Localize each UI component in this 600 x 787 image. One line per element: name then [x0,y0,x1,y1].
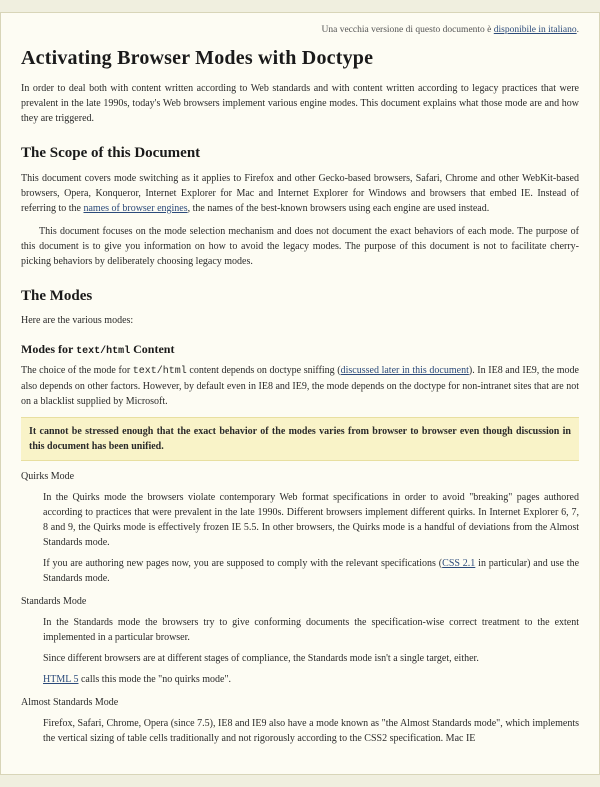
modes-heading: The Modes [21,285,579,308]
scope-heading: The Scope of this Document [21,142,579,165]
italian-link[interactable]: disponibile in italiano [494,25,577,35]
standards-def: In the Standards mode the browsers try t… [43,615,579,687]
language-notice: Una vecchia versione di questo documento… [21,23,579,37]
engines-link[interactable]: names of browser engines [83,203,187,214]
intro-paragraph: In order to deal both with content writt… [21,81,579,126]
notice-prefix: Una vecchia versione di questo documento… [322,25,494,35]
almost-term: Almost Standards Mode [21,695,579,710]
modes-lead: Here are the various modes: [21,313,579,328]
almost-def: Firefox, Safari, Chrome, Opera (since 7.… [43,716,579,746]
notice-suffix: . [577,25,579,35]
discussed-later-link[interactable]: discussed later in this document [341,365,469,376]
code-text-html: text/html [76,346,130,357]
scope-paragraph-1: This document covers mode switching as i… [21,171,579,216]
document-page: Una vecchia versione di questo documento… [0,12,600,775]
page-title: Activating Browser Modes with Doctype [21,43,579,73]
html5-link[interactable]: HTML 5 [43,674,78,685]
quirks-def: In the Quirks mode the browsers violate … [43,490,579,586]
quirks-term: Quirks Mode [21,469,579,484]
standards-term: Standards Mode [21,594,579,609]
callout-box: It cannot be stressed enough that the ex… [21,417,579,461]
modes-subparagraph: The choice of the mode for text/html con… [21,363,579,409]
modes-subheading: Modes for text/html Content [21,340,579,359]
modes-list: Quirks Mode In the Quirks mode the brows… [21,469,579,746]
css21-link[interactable]: CSS 2.1 [442,558,475,569]
scope-paragraph-2: This document focuses on the mode select… [21,224,579,269]
